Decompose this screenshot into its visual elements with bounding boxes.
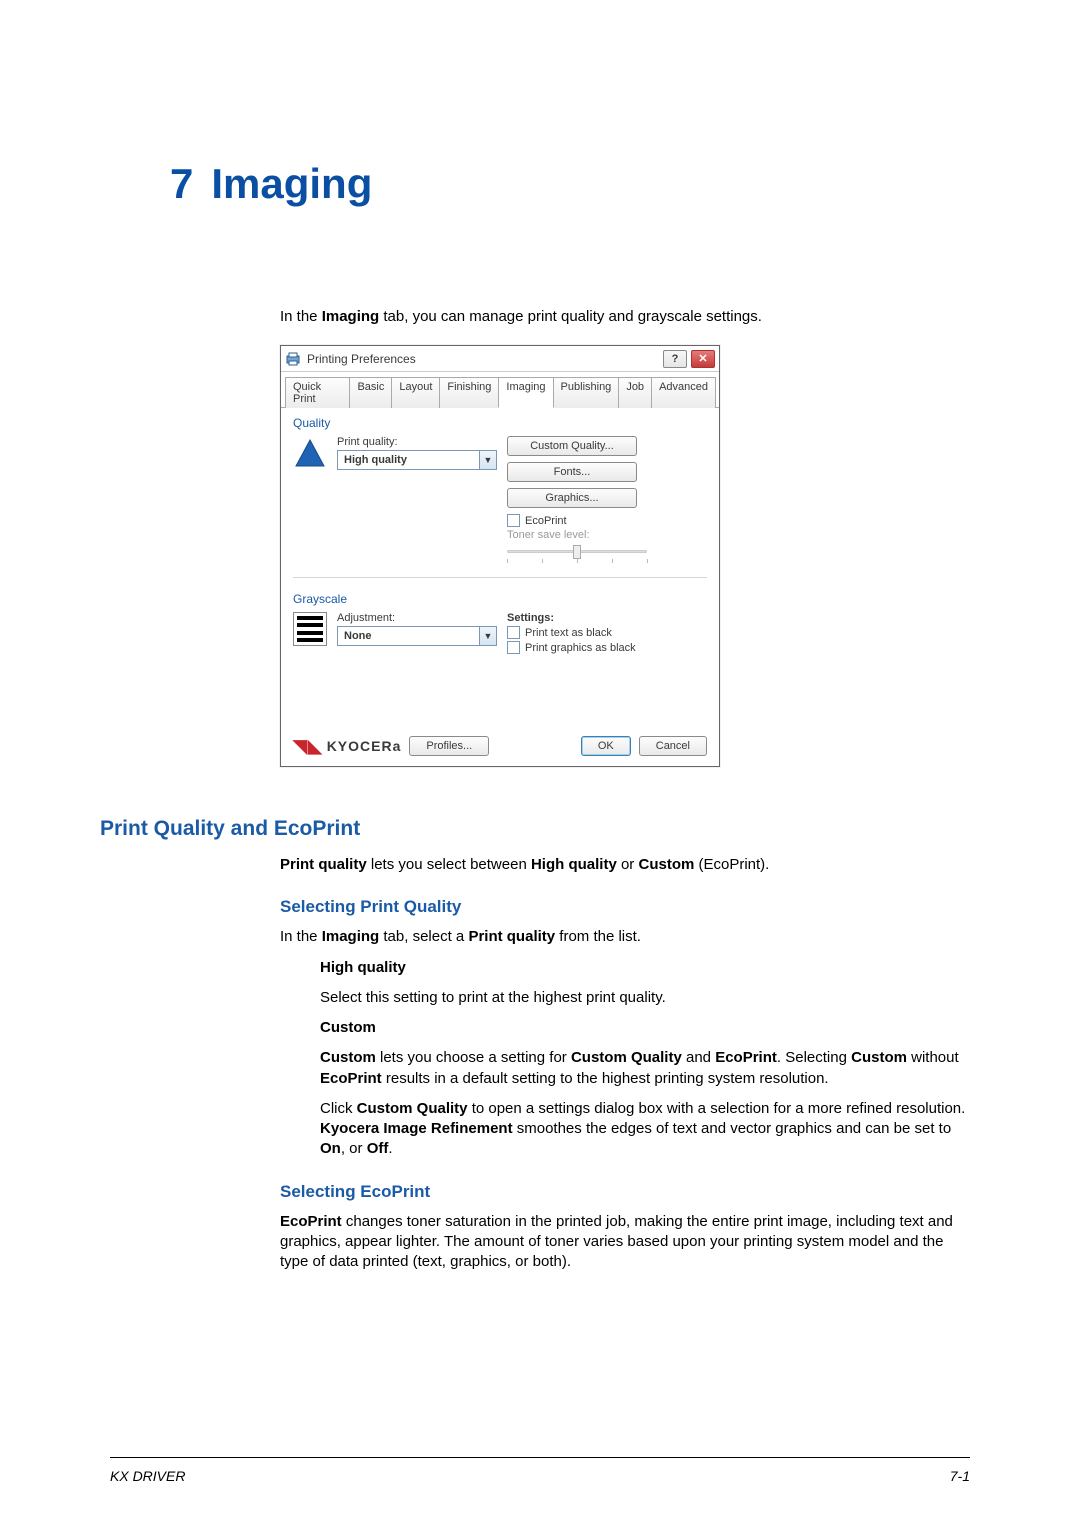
ecoprint-label: EcoPrint (525, 515, 567, 527)
checkbox-icon (507, 641, 520, 654)
quality-triangle-icon (293, 436, 327, 470)
adjustment-label: Adjustment: (337, 612, 497, 624)
dialog-footer: ◥◣ KYOCERa Profiles... OK Cancel (293, 736, 707, 756)
ecoprint-paragraph: EcoPrint changes toner saturation in the… (280, 1212, 970, 1273)
footer-right: 7-1 (950, 1468, 970, 1484)
dialog-tabs: Quick Print Basic Layout Finishing Imagi… (281, 372, 719, 407)
toner-save-label: Toner save level: (507, 529, 707, 541)
kyocera-logo-icon: ◥◣ (293, 737, 323, 755)
adjustment-value: None (338, 630, 479, 642)
quality-section-label: Quality (293, 416, 707, 430)
settings-opt-label: Print text as black (525, 627, 612, 639)
heading-selecting-ecoprint: Selecting EcoPrint (280, 1182, 970, 1202)
brand-text: KYOCERa (327, 738, 402, 754)
checkbox-icon (507, 514, 520, 527)
dialog-body: Quality Print quality: High quality ▼ (281, 407, 719, 766)
cancel-button[interactable]: Cancel (639, 736, 707, 756)
ok-button[interactable]: OK (581, 736, 631, 756)
tab-publishing[interactable]: Publishing (553, 377, 620, 408)
print-quality-dropdown[interactable]: High quality ▼ (337, 450, 497, 470)
close-button[interactable]: ✕ (691, 350, 715, 368)
pq-intro-paragraph: Print quality lets you select between Hi… (280, 855, 970, 875)
high-quality-title: High quality (320, 958, 970, 978)
tab-layout[interactable]: Layout (391, 377, 440, 408)
custom-paragraph-1: Custom lets you choose a setting for Cus… (320, 1048, 970, 1089)
tab-advanced[interactable]: Advanced (651, 377, 716, 408)
tab-imaging[interactable]: Imaging (498, 377, 553, 408)
adjustment-dropdown[interactable]: None ▼ (337, 626, 497, 646)
dialog-titlebar: Printing Preferences ? ✕ (281, 346, 719, 372)
printing-preferences-dialog: Printing Preferences ? ✕ Quick Print Bas… (280, 345, 720, 767)
ecoprint-checkbox-row[interactable]: EcoPrint (507, 514, 707, 527)
chevron-down-icon: ▼ (479, 627, 496, 645)
chapter-title: Imaging (211, 160, 372, 207)
chapter-number: 7 (170, 160, 193, 207)
settings-opt-label: Print graphics as black (525, 642, 636, 654)
print-text-as-black-checkbox[interactable]: Print text as black (507, 626, 707, 639)
footer-left: KX DRIVER (110, 1468, 185, 1484)
profiles-button[interactable]: Profiles... (409, 736, 489, 756)
settings-label: Settings: (507, 612, 707, 624)
high-quality-body: Select this setting to print at the high… (320, 988, 970, 1008)
custom-paragraph-2: Click Custom Quality to open a settings … (320, 1099, 970, 1160)
printer-icon (285, 351, 301, 367)
kyocera-brand: ◥◣ KYOCERa (293, 737, 401, 755)
tab-job[interactable]: Job (618, 377, 652, 408)
print-quality-value: High quality (338, 454, 479, 466)
grayscale-section-label: Grayscale (293, 592, 707, 606)
spq-intro-paragraph: In the Imaging tab, select a Print quali… (280, 927, 970, 947)
custom-title: Custom (320, 1018, 970, 1038)
chevron-down-icon: ▼ (479, 451, 496, 469)
toner-save-slider (507, 543, 647, 563)
checkbox-icon (507, 626, 520, 639)
print-quality-label: Print quality: (337, 436, 497, 448)
chapter-heading: 7 Imaging (170, 160, 970, 208)
grayscale-bars-icon (293, 612, 327, 646)
tab-quick-print[interactable]: Quick Print (285, 377, 350, 408)
tab-basic[interactable]: Basic (349, 377, 392, 408)
tab-finishing[interactable]: Finishing (439, 377, 499, 408)
intro-paragraph: In the Imaging tab, you can manage print… (280, 308, 970, 325)
custom-quality-button[interactable]: Custom Quality... (507, 436, 637, 456)
graphics-button[interactable]: Graphics... (507, 488, 637, 508)
footer-rule (110, 1457, 970, 1458)
fonts-button[interactable]: Fonts... (507, 462, 637, 482)
heading-selecting-print-quality: Selecting Print Quality (280, 897, 970, 917)
heading-print-quality-ecoprint: Print Quality and EcoPrint (100, 817, 970, 841)
print-graphics-as-black-checkbox[interactable]: Print graphics as black (507, 641, 707, 654)
dialog-title: Printing Preferences (307, 352, 659, 366)
help-button[interactable]: ? (663, 350, 687, 368)
